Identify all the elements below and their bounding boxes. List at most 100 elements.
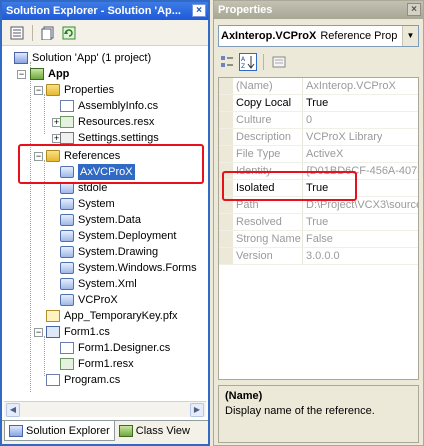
solution-explorer-title: Solution Explorer - Solution 'Ap... [6, 5, 181, 17]
tree-item-ref-system-data[interactable]: System.Data [60, 212, 141, 228]
svg-text:A: A [241, 56, 246, 63]
tab-solution-explorer[interactable]: Solution Explorer [4, 421, 115, 441]
reference-icon [60, 198, 74, 210]
property-name: (Name) [233, 78, 303, 94]
tree-item-ref-system-xml[interactable]: System.Xml [60, 276, 137, 292]
tree-item-form1[interactable]: Form1.cs [46, 324, 110, 340]
reference-icon [60, 230, 74, 242]
tree-item-form1-resx[interactable]: Form1.resx [60, 356, 134, 372]
reference-icon [60, 246, 74, 258]
tree-item-ref-system-windows-forms[interactable]: System.Windows.Forms [60, 260, 197, 276]
property-row[interactable]: (Name) AxInterop.VCProX [219, 78, 418, 95]
alphabetical-icon[interactable]: AZ [239, 53, 257, 71]
property-value: ActiveX [306, 148, 344, 160]
property-row[interactable]: Copy Local True [219, 95, 418, 112]
categorized-icon[interactable] [218, 53, 236, 71]
row-margin [219, 112, 233, 128]
property-value: VCProX Library [306, 131, 383, 143]
horizontal-scrollbar[interactable]: ◀ ▶ [4, 401, 206, 417]
tree-item-properties[interactable]: Properties [46, 82, 114, 98]
property-name: Strong Name [233, 231, 303, 247]
object-selector[interactable]: AxInterop.VCProX Reference Prop ▼ [218, 25, 419, 47]
row-margin [219, 146, 233, 162]
solution-explorer-title-bar: Solution Explorer - Solution 'Ap... × [2, 2, 208, 20]
row-margin [219, 231, 233, 247]
property-row[interactable]: Description VCProX Library [219, 129, 418, 146]
properties-title: Properties [218, 4, 273, 16]
close-icon[interactable]: × [192, 4, 206, 17]
property-name: Version [233, 248, 303, 264]
cs-file-icon [60, 100, 74, 112]
property-row[interactable]: Culture 0 [219, 112, 418, 129]
row-margin [219, 129, 233, 145]
property-row[interactable]: File Type ActiveX [219, 146, 418, 163]
scroll-right-icon[interactable]: ▶ [190, 403, 204, 417]
tree-item-assemblyinfo[interactable]: AssemblyInfo.cs [60, 98, 158, 114]
tab-class-view[interactable]: Class View [115, 421, 194, 441]
class-view-icon [118, 425, 133, 437]
solution-icon [14, 52, 28, 64]
close-icon[interactable]: × [407, 3, 421, 16]
properties-icon[interactable] [8, 24, 26, 42]
property-name: Copy Local [233, 95, 303, 111]
scroll-left-icon[interactable]: ◀ [6, 403, 20, 417]
form-icon [46, 326, 60, 338]
property-value[interactable]: True [303, 95, 328, 111]
refresh-icon[interactable] [60, 24, 78, 42]
reference-icon [60, 294, 74, 306]
tree-item-form1-designer[interactable]: Form1.Designer.cs [60, 340, 170, 356]
collapse-form1-icon[interactable]: − [34, 328, 43, 337]
resx-file-icon [60, 358, 74, 370]
row-margin [219, 248, 233, 264]
property-pages-icon[interactable] [270, 53, 288, 71]
property-value: False [306, 233, 333, 245]
key-file-icon [46, 310, 60, 322]
tree-item-ref-vcprox[interactable]: VCProX [60, 292, 118, 308]
reference-icon [60, 214, 74, 226]
tree-item-project[interactable]: App [30, 66, 69, 82]
collapse-properties-icon[interactable]: − [34, 86, 43, 95]
description-text: Display name of the reference. [225, 405, 375, 417]
tree-item-ref-system-deployment[interactable]: System.Deployment [60, 228, 176, 244]
tree-item-program[interactable]: Program.cs [46, 372, 120, 388]
tree-item-solution[interactable]: Solution 'App' (1 project) [14, 50, 151, 66]
properties-toolbar: AZ [218, 51, 288, 73]
property-grid: (Name) AxInterop.VCProX Copy Local True Cult… [218, 77, 419, 380]
solution-explorer-icon [9, 424, 23, 437]
property-row[interactable]: Strong Name False [219, 231, 418, 248]
solution-explorer-panel: Solution Explorer - Solution 'Ap... × So… [0, 0, 210, 446]
property-row[interactable]: Version 3.0.0.0 [219, 248, 418, 265]
cs-file-icon [60, 342, 74, 354]
folder-icon [46, 84, 60, 96]
resx-file-icon [60, 116, 74, 128]
chevron-down-icon[interactable]: ▼ [402, 26, 418, 46]
show-all-files-icon[interactable] [39, 24, 57, 42]
object-type: Reference Prop [320, 30, 398, 42]
solution-explorer-toolbar [2, 20, 208, 46]
row-margin [219, 78, 233, 94]
cs-file-icon [46, 374, 60, 386]
property-name: Description [233, 129, 303, 145]
row-margin [219, 214, 233, 230]
tree-item-pfx[interactable]: App_TemporaryKey.pfx [46, 308, 178, 324]
property-value: True [306, 216, 329, 228]
property-value: AxInterop.VCProX [306, 80, 396, 92]
properties-title-bar: Properties × [214, 1, 423, 19]
project-icon [30, 68, 44, 80]
collapse-project-icon[interactable]: − [17, 70, 26, 79]
tree-item-resources[interactable]: Resources.resx [60, 114, 154, 130]
properties-panel: Properties × AxInterop.VCProX Reference … [213, 0, 424, 446]
property-value: 0 [306, 114, 313, 126]
highlight-box [222, 171, 357, 201]
highlight-box [18, 144, 204, 184]
tree-item-ref-system[interactable]: System [60, 196, 115, 212]
svg-text:Z: Z [241, 63, 245, 69]
solution-tree: Solution 'App' (1 project) − App − Prope… [4, 48, 206, 398]
description-title: (Name) [225, 390, 263, 402]
settings-file-icon [60, 132, 74, 144]
property-name: File Type [233, 146, 303, 162]
tree-item-ref-system-drawing[interactable]: System.Drawing [60, 244, 158, 260]
property-name: Resolved [233, 214, 303, 230]
solution-explorer-tabs: Solution Explorer Class View [2, 420, 208, 444]
property-row[interactable]: Resolved True [219, 214, 418, 231]
